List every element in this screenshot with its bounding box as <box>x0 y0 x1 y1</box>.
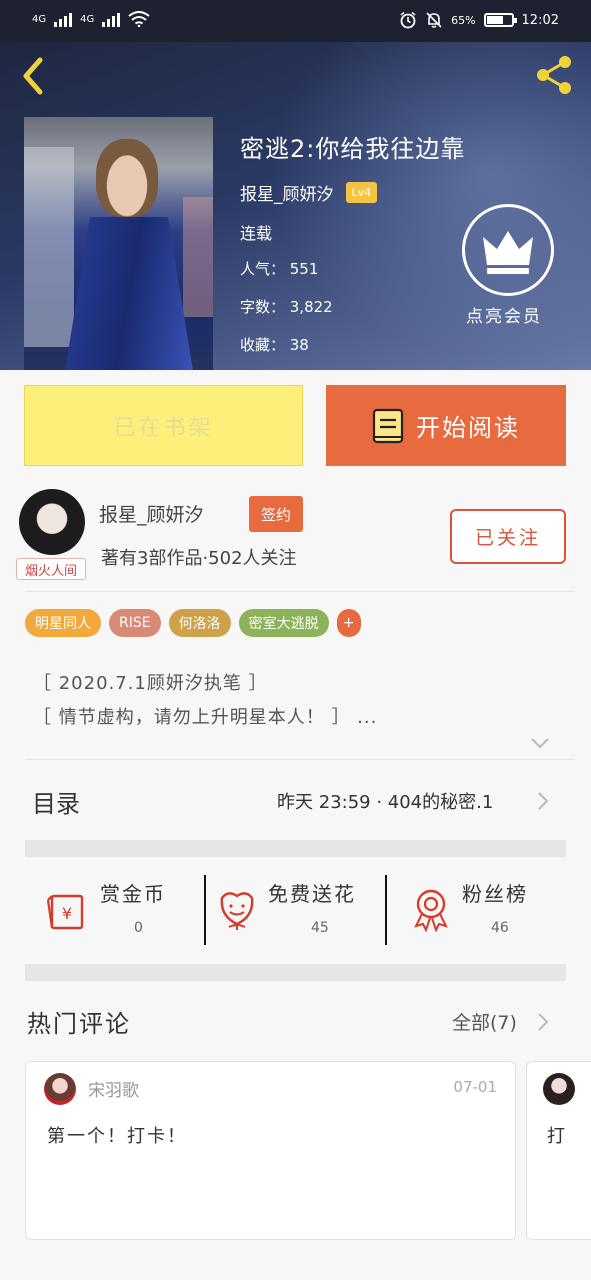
stat-value-reward: 0 <box>134 920 143 936</box>
in-shelf-button[interactable]: 已在书架 <box>24 385 303 466</box>
book-author[interactable]: 报星_顾妍汐 <box>240 180 334 205</box>
start-reading-button[interactable]: 开始阅读 <box>326 385 566 466</box>
section-band <box>25 964 566 981</box>
section-band <box>25 840 566 857</box>
divider <box>25 591 575 592</box>
author-meta: 著有3部作品·502人关注 <box>101 548 297 569</box>
chevron-right-icon[interactable] <box>537 1012 549 1032</box>
book-favorites: 收藏： 38 <box>240 336 309 354</box>
fan-ranking-icon[interactable] <box>408 886 454 932</box>
flower-icon[interactable] <box>214 886 260 932</box>
author-name[interactable]: 报星_顾妍汐 <box>99 500 204 527</box>
comment-card[interactable]: 打 <box>526 1061 591 1240</box>
comment-date: 07-01 <box>453 1078 497 1096</box>
avatar-frame-tag: 烟火人间 <box>16 558 86 580</box>
battery-icon <box>483 13 517 27</box>
book-title: 密逃2:你给我往边靠 <box>240 135 466 163</box>
tag-chip[interactable]: 密室大逃脱 <box>238 609 329 637</box>
crown-icon <box>483 231 533 274</box>
commenter-avatar[interactable] <box>44 1073 76 1105</box>
tag-chip[interactable]: 明星同人 <box>25 609 101 637</box>
tag-chip[interactable]: 何洛洛 <box>168 609 231 637</box>
book-popularity: 人气： 551 <box>240 260 319 278</box>
wifi-icon <box>128 11 150 27</box>
alarm-icon <box>400 11 416 29</box>
follow-button[interactable]: 已关注 <box>450 509 566 564</box>
hot-comments-title: 热门评论 <box>27 1010 131 1038</box>
vip-label[interactable]: 点亮会员 <box>466 302 542 327</box>
clock: 12:02 <box>521 12 559 28</box>
book-author-line[interactable]: 报星_顾妍汐 Lv4 <box>240 180 378 205</box>
stat-label-flower[interactable]: 免费送花 <box>268 878 356 907</box>
commenter-avatar[interactable] <box>543 1073 575 1105</box>
all-comments-link[interactable]: 全部(7) <box>452 1008 517 1035</box>
author-avatar[interactable] <box>19 489 85 555</box>
description-line-2: ［ 情节虚构，请勿上升明星本人！ ］ ... <box>33 707 378 728</box>
back-arrow-icon[interactable] <box>18 56 48 96</box>
tag-chip[interactable]: RISE <box>109 609 161 637</box>
network-label-2: 4G <box>80 13 95 25</box>
cover-bg-shape <box>183 197 213 317</box>
book-word-count: 字数： 3,822 <box>240 298 333 316</box>
reward-coin-icon[interactable]: ¥ <box>44 886 90 932</box>
cover-head-shape <box>96 139 158 217</box>
stat-separator <box>204 875 206 945</box>
comment-card[interactable]: 宋羽歌 07-01 第一个！打卡！ <box>25 1061 516 1240</box>
book-cover-image <box>24 117 213 370</box>
stat-label-reward[interactable]: 赏金币 <box>100 878 166 907</box>
cover-bg-shape <box>24 147 74 347</box>
network-label-1: 4G <box>32 13 47 25</box>
signal-icon <box>102 11 121 27</box>
comment-text: 第一个！打卡！ <box>47 1126 187 1147</box>
book-status: 连载 <box>240 224 273 243</box>
divider <box>25 759 575 760</box>
toc-title[interactable]: 目录 <box>32 784 80 819</box>
book-icon <box>372 408 404 443</box>
vip-button[interactable] <box>462 204 554 296</box>
start-reading-label: 开始阅读 <box>416 414 520 442</box>
signed-badge: 签约 <box>249 496 303 532</box>
stat-separator <box>385 875 387 945</box>
expand-chevron-icon[interactable] <box>530 736 550 750</box>
comment-text: 打 <box>547 1126 567 1147</box>
stat-value-flower: 45 <box>311 920 329 936</box>
mute-bell-icon <box>426 12 442 28</box>
svg-text:¥: ¥ <box>62 904 72 923</box>
tag-list: 明星同人 RISE 何洛洛 密室大逃脱 + <box>25 609 361 637</box>
level-badge: Lv4 <box>345 182 378 203</box>
battery-fill <box>486 16 503 24</box>
share-icon[interactable] <box>533 54 577 96</box>
status-bar: 4G 4G 65% 12:02 <box>0 0 591 42</box>
commenter-name[interactable]: 宋羽歌 <box>88 1076 139 1101</box>
chevron-right-icon[interactable] <box>537 791 549 811</box>
signal-icon <box>54 11 73 27</box>
description-line-1: ［ 2020.7.1顾妍汐执笔 ］ <box>33 673 268 694</box>
stat-label-fans[interactable]: 粉丝榜 <box>462 878 528 907</box>
add-tag-button[interactable]: + <box>336 609 361 637</box>
toc-latest-chapter[interactable]: 昨天 23:59 · 404的秘密.1 <box>277 788 493 814</box>
book-header: 密逃2:你给我往边靠 报星_顾妍汐 Lv4 连载 人气： 551 字数： 3,8… <box>0 42 591 370</box>
battery-percent: 65% <box>451 13 476 27</box>
cover-jacket-shape <box>64 217 194 370</box>
stat-value-fans: 46 <box>491 920 509 936</box>
